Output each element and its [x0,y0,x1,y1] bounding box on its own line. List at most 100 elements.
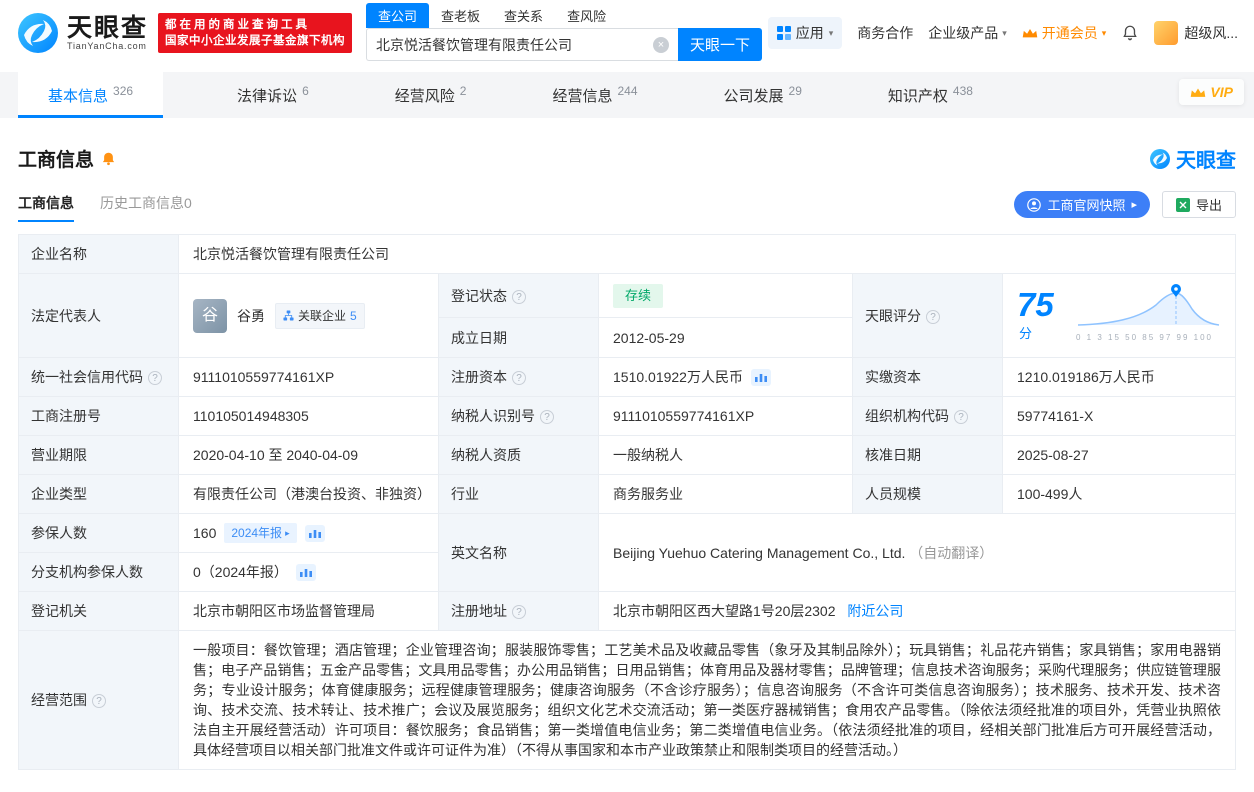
tianyancha-logo-icon [18,13,58,53]
field-label-paid-capital: 实缴资本 [852,357,1003,397]
logo-title: 天眼查 [67,14,149,42]
enterprise-products-label: 企业级产品 [928,25,999,41]
tab-count: 29 [788,84,802,98]
search-button[interactable]: 天眼一下 [678,28,763,61]
field-label-reg-capital: 注册资本? [438,357,599,397]
trend-chart-icon[interactable] [295,563,316,581]
org-chart-icon [283,310,294,321]
person-badge-icon [1027,197,1042,212]
clear-search-icon[interactable]: × [653,36,670,53]
auto-translate-note: （自动翻译） [909,544,994,561]
tab-count: 6 [302,84,309,98]
business-term-value: 2020-04-10 至 2040-04-09 [178,435,439,475]
tab-business-status[interactable]: 经营信息 244 [540,72,649,118]
crown-icon [1191,88,1206,97]
user-name: 超级风... [1184,25,1238,41]
crown-icon [1022,29,1038,38]
business-scope-value: 一般项目：餐饮管理；酒店管理；企业管理咨询；服装服饰零售；工艺美术品及收藏品零售… [178,630,1236,770]
tab-intellectual-property[interactable]: 知识产权 438 [876,72,985,118]
field-label-reg-status: 登记状态? [438,272,599,319]
field-label-industry: 行业 [438,474,599,514]
tab-business-info-history[interactable]: 历史工商信息0 [100,193,192,222]
score-axis-labels: 0 1 3 15 50 85 97 99 100 [1076,333,1213,342]
search-tab-boss[interactable]: 查老板 [429,3,492,28]
table-row: 统一社会信用代码? 9111010559774161XP 注册资本? 1510.… [18,357,1236,397]
business-info-section: 工商信息 天眼查 工商信息 历史工商信息0 工商官网快照 ▸ 导出 企业名称 北… [0,144,1254,792]
annual-report-badge[interactable]: 2024年报 ▸ [224,523,297,543]
reg-capital-value: 1510.01922万人民币 [598,357,853,397]
help-icon[interactable]: ? [540,410,554,424]
tab-count: 438 [952,84,973,98]
top-header: 天眼查 TianYanCha.com 都在用的商业查询工具 国家中小企业发展子基… [0,0,1254,66]
industry-value: 商务服务业 [598,474,853,514]
field-label-credit-code: 统一社会信用代码? [18,357,179,397]
nav-enterprise-products[interactable]: 企业级产品 ▾ [928,23,1007,43]
search-tab-risk[interactable]: 查风险 [555,3,618,28]
search-area: 查公司 查老板 查关系 查风险 × 天眼一下 [366,3,763,61]
company-section-tabs: 基本信息 326 法律诉讼 6 经营风险 2 经营信息 244 公司发展 29 … [0,72,1254,118]
tab-operating-risk[interactable]: 经营风险 2 [383,72,479,118]
tab-legal-proceedings[interactable]: 法律诉讼 6 [225,72,321,118]
search-input[interactable] [376,36,654,53]
trend-chart-icon[interactable] [304,524,325,542]
tab-basic-info[interactable]: 基本信息 326 [18,72,164,118]
field-label-legal-rep: 法定代表人 [18,273,179,358]
search-tabs: 查公司 查老板 查关系 查风险 [366,3,762,28]
field-label-branch-insured: 分支机构参保人数 [18,552,179,592]
search-tab-company[interactable]: 查公司 [366,3,430,28]
brand-slogan: 都在用的商业查询工具 国家中小企业发展子基金旗下机构 [158,13,353,53]
chevron-down-icon: ▾ [1002,27,1007,38]
help-icon[interactable]: ? [512,605,526,619]
apps-grid-icon [776,26,791,40]
chevron-down-icon: ▾ [1101,27,1107,38]
page-title: 工商信息 [18,150,95,171]
help-icon[interactable]: ? [512,289,526,304]
slogan-line1: 都在用的商业查询工具 [165,19,311,31]
logo-subtitle: TianYanCha.com [67,41,147,51]
field-label-score: 天眼评分? [852,273,1003,358]
help-icon[interactable]: ? [954,410,968,424]
nav-business-cooperation[interactable]: 商务合作 [857,23,913,43]
export-button[interactable]: 导出 [1161,191,1236,218]
vip-badge[interactable]: VIP [1179,79,1244,105]
taxpayer-id-value: 9111010559774161XP [598,396,853,436]
legal-rep-name-link[interactable]: 谷勇 [237,306,265,326]
watermark-logo: 天眼查 [1149,144,1236,173]
legal-rep-value: 谷 谷勇 关联企业 5 [178,273,439,358]
legal-rep-avatar[interactable]: 谷 [193,298,227,333]
snapshot-label: 工商官网快照 [1047,198,1126,213]
field-label-company-type: 企业类型 [18,474,179,514]
tab-business-info-current[interactable]: 工商信息 [18,193,74,222]
apps-menu-button[interactable]: 应用 ▾ [767,17,843,49]
establish-date-value: 2012-05-29 [598,317,853,358]
tab-company-development[interactable]: 公司发展 29 [712,72,814,118]
related-companies-badge[interactable]: 关联企业 5 [275,302,365,329]
export-label: 导出 [1195,198,1222,213]
tab-count: 2 [459,84,467,98]
tab-label: 基本信息 [48,87,109,105]
english-name-value: Beijing Yuehuo Catering Management Co., … [598,513,1236,592]
taxpayer-quality-value: 一般纳税人 [598,435,853,475]
score-value: 75分 0 1 3 15 50 85 97 99 100 [1002,273,1236,358]
user-account[interactable]: 超级风... [1154,21,1238,45]
official-snapshot-button[interactable]: 工商官网快照 ▸ [1014,191,1150,218]
trend-chart-icon[interactable] [750,368,771,386]
chevron-right-icon: ▸ [1131,199,1137,211]
nav-open-membership[interactable]: 开通会员 ▾ [1022,23,1107,43]
help-icon[interactable]: ? [926,309,940,324]
vip-label: VIP [1210,84,1233,100]
notifications-bell-icon[interactable] [1121,24,1139,42]
business-info-table: 企业名称 北京悦活餐饮管理有限责任公司 法定代表人 谷 谷勇 关联企业 5 登记… [18,234,1236,770]
search-tab-relation[interactable]: 查关系 [492,3,555,28]
sub-tabs: 工商信息 历史工商信息0 工商官网快照 ▸ 导出 [18,191,1236,224]
help-icon[interactable]: ? [512,371,526,385]
company-name-value: 北京悦活餐饮管理有限责任公司 [178,234,1236,274]
subscribe-bell-icon[interactable] [101,151,116,167]
table-row: 工商注册号 110105014948305 纳税人识别号? 9111010559… [18,396,1236,436]
table-row: 法定代表人 谷 谷勇 关联企业 5 登记状态 ? 存续 天眼评分 ? 75分 0… [18,272,1236,358]
help-icon[interactable]: ? [92,694,106,708]
table-row: 登记机关 北京市朝阳区市场监督管理局 注册地址? 北京市朝阳区西大望路1号20层… [18,591,1236,631]
tianyancha-logo[interactable]: 天眼查 TianYanCha.com [16,11,148,55]
nearby-companies-link[interactable]: 附近公司 [847,603,903,619]
help-icon[interactable]: ? [148,371,162,385]
